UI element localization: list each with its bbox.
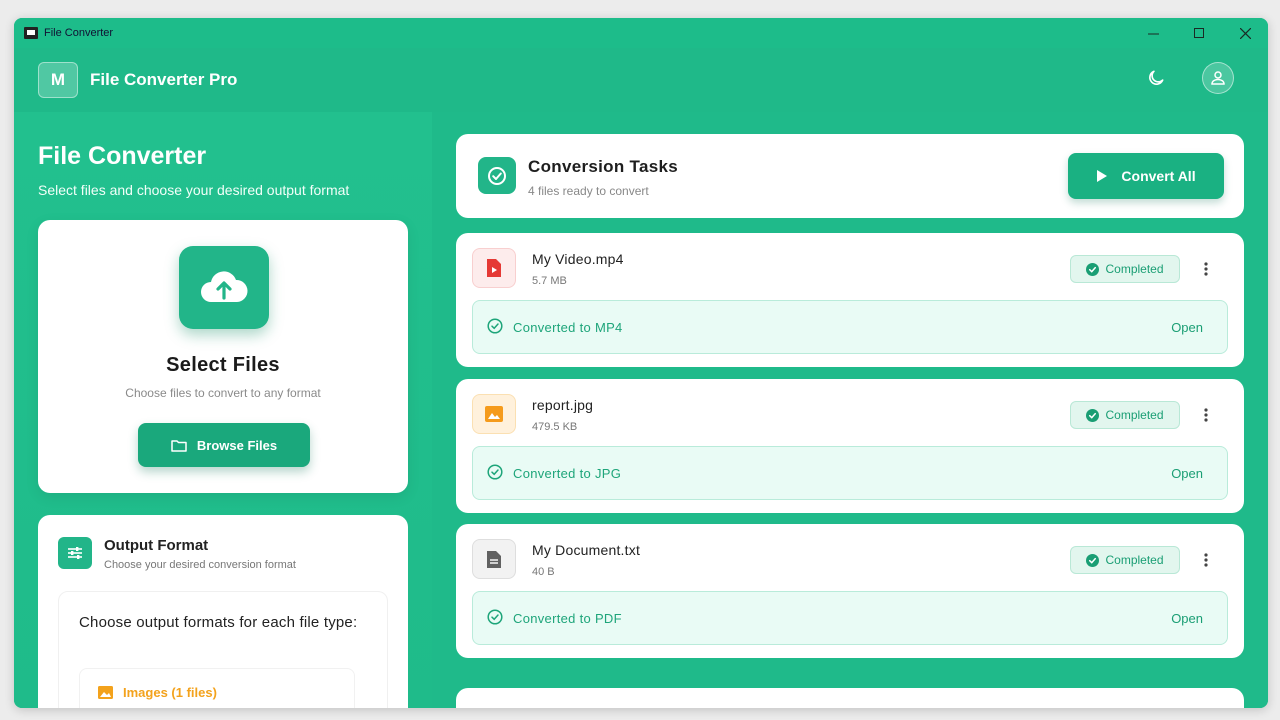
select-files-title: Select Files	[166, 354, 280, 376]
conversion-tasks-header: Conversion Tasks 4 files ready to conver…	[456, 134, 1244, 218]
tasks-check-icon	[478, 157, 516, 194]
status-label: Completed	[1105, 262, 1164, 276]
play-icon	[1097, 170, 1108, 182]
app-header: M File Converter Pro	[14, 48, 1268, 112]
right-panel: Conversion Tasks 4 files ready to conver…	[432, 112, 1268, 708]
app-icon	[24, 27, 38, 39]
select-files-card: Select Files Choose files to convert to …	[38, 220, 408, 493]
conversion-result-text: Converted to PDF	[513, 611, 622, 626]
status-badge: Completed	[1070, 546, 1180, 574]
kebab-menu-icon	[1204, 262, 1208, 276]
status-label: Completed	[1105, 553, 1164, 567]
open-file-link[interactable]: Open	[1171, 466, 1203, 481]
output-format-title: Output Format	[104, 537, 209, 554]
conversion-result-bar: Converted to MP4 Open	[472, 300, 1228, 354]
tasks-subtitle: 4 files ready to convert	[528, 184, 649, 198]
file-size: 40 B	[532, 566, 555, 578]
output-format-card: Output Format Choose your desired conver…	[38, 515, 408, 708]
browse-files-button[interactable]: Browse Files	[138, 423, 310, 467]
document-file-icon	[472, 539, 516, 579]
user-profile-button[interactable]	[1202, 62, 1234, 94]
check-circle-icon	[1086, 262, 1100, 276]
file-size: 479.5 KB	[532, 421, 578, 433]
app-window: File Converter M File Converter Pro File…	[14, 18, 1268, 708]
browse-files-label: Browse Files	[196, 437, 278, 453]
file-card-video: My Video.mp4 5.7 MB Completed Converted …	[456, 233, 1244, 367]
check-circle-outline-icon	[487, 609, 503, 625]
file-card-image: report.jpg 479.5 KB Completed Converted …	[456, 379, 1244, 513]
conversion-result-text: Converted to MP4	[513, 320, 623, 335]
file-card-partial	[456, 688, 1244, 708]
left-panel: File Converter Select files and choose y…	[14, 112, 432, 708]
file-size: 5.7 MB	[532, 275, 567, 287]
cloud-upload-icon	[201, 270, 248, 302]
check-circle-icon	[1086, 408, 1100, 422]
close-icon	[1239, 27, 1251, 39]
open-file-link[interactable]: Open	[1171, 611, 1203, 626]
image-file-icon	[472, 394, 516, 434]
page-subtitle: Select files and choose your desired out…	[38, 182, 350, 198]
moon-icon	[1149, 70, 1164, 85]
folder-icon	[171, 439, 187, 452]
open-file-link[interactable]: Open	[1171, 320, 1203, 335]
more-options-button[interactable]	[1198, 403, 1214, 427]
video-file-icon	[472, 248, 516, 288]
user-icon	[1211, 71, 1225, 85]
window-controls	[1130, 18, 1268, 48]
file-name: My Video.mp4	[532, 251, 624, 267]
kebab-menu-icon	[1204, 408, 1208, 422]
format-group-images[interactable]: Images (1 files)	[79, 668, 355, 708]
check-circle-icon	[1086, 553, 1100, 567]
conversion-result-bar: Converted to JPG Open	[472, 446, 1228, 500]
format-settings-icon	[58, 537, 92, 569]
convert-all-button[interactable]: Convert All	[1068, 153, 1224, 199]
format-options-panel: Choose output formats for each file type…	[58, 591, 388, 708]
convert-all-label: Convert All	[1121, 168, 1196, 184]
maximize-button[interactable]	[1176, 18, 1222, 48]
image-icon	[98, 686, 113, 699]
app-logo: M	[38, 62, 78, 98]
upload-dropzone[interactable]	[179, 246, 269, 329]
close-button[interactable]	[1222, 18, 1268, 48]
output-format-subtitle: Choose your desired conversion format	[104, 559, 296, 571]
file-card-document: My Document.txt 40 B Completed Converted…	[456, 524, 1244, 658]
file-name: report.jpg	[532, 397, 594, 413]
more-options-button[interactable]	[1198, 257, 1214, 281]
file-name: My Document.txt	[532, 542, 641, 558]
title-bar: File Converter	[14, 18, 1268, 48]
status-badge: Completed	[1070, 401, 1180, 429]
status-badge: Completed	[1070, 255, 1180, 283]
format-group-label: Images (1 files)	[123, 685, 217, 700]
minimize-button[interactable]	[1130, 18, 1176, 48]
minimize-icon	[1147, 33, 1159, 34]
window-title: File Converter	[44, 27, 114, 39]
conversion-result-text: Converted to JPG	[513, 466, 622, 481]
tasks-title: Conversion Tasks	[528, 157, 678, 176]
status-label: Completed	[1105, 408, 1164, 422]
check-circle-outline-icon	[487, 318, 503, 334]
format-question: Choose output formats for each file type…	[79, 614, 358, 631]
maximize-icon	[1193, 27, 1204, 38]
conversion-result-bar: Converted to PDF Open	[472, 591, 1228, 645]
more-options-button[interactable]	[1198, 548, 1214, 572]
brand-name: File Converter Pro	[90, 70, 238, 89]
theme-toggle-button[interactable]	[1140, 62, 1172, 94]
check-circle-outline-icon	[487, 464, 503, 480]
select-files-subtitle: Choose files to convert to any format	[125, 386, 321, 400]
page-title: File Converter	[38, 142, 207, 170]
kebab-menu-icon	[1204, 553, 1208, 567]
